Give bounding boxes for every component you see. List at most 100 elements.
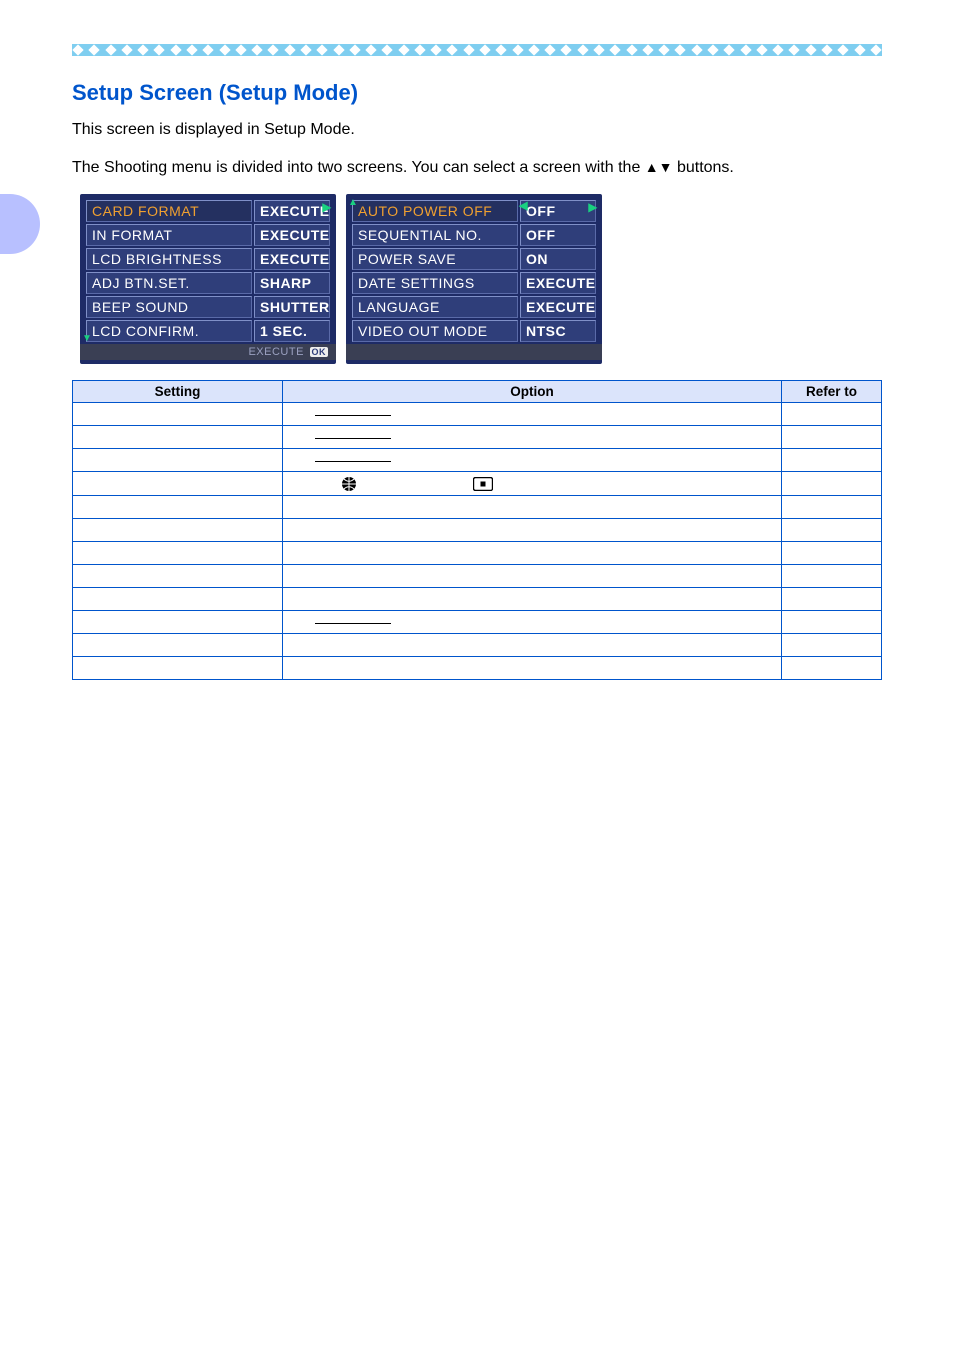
lcd-row-value: EXECUTE — [520, 272, 596, 294]
cell-setting — [73, 588, 283, 611]
cell-refer — [782, 657, 882, 680]
lcd-row-label: VIDEO OUT MODE — [352, 320, 518, 342]
blank-underline — [315, 415, 391, 416]
blank-underline — [315, 623, 391, 624]
cell-option — [283, 472, 782, 496]
lcd-row-label: POWER SAVE — [352, 248, 518, 270]
cell-setting — [73, 449, 283, 472]
nav-right-icon: ▶ — [588, 200, 598, 214]
col-setting-header: Setting — [73, 381, 283, 403]
cell-setting — [73, 426, 283, 449]
lcd-menu-2: ▲ ▶ ▶ AUTO POWER OFFOFFSEQUENTIAL NO.OFF… — [346, 194, 602, 364]
cell-setting — [73, 634, 283, 657]
lcd-row-value: EXECUTE — [254, 248, 330, 270]
lcd-row-label: LCD BRIGHTNESS — [86, 248, 252, 270]
lcd-row-value: EXECUTE — [254, 224, 330, 246]
lcd-row-label: LANGUAGE — [352, 296, 518, 318]
lcd-row-value: OFF — [520, 224, 596, 246]
blank-underline — [315, 461, 391, 462]
cell-setting — [73, 519, 283, 542]
lcd-row-value: SHARP — [254, 272, 330, 294]
table-row — [73, 449, 882, 472]
intro-text-1: This screen is displayed in Setup Mode. — [72, 118, 882, 142]
ok-badge: OK — [310, 347, 329, 357]
cell-setting — [73, 472, 283, 496]
lcd-row-value: OFF — [520, 200, 596, 222]
cell-refer — [782, 496, 882, 519]
cell-option — [283, 657, 782, 680]
lcd-row: LCD BRIGHTNESSEXECUTE — [86, 248, 330, 270]
cell-option — [283, 634, 782, 657]
lcd-row-label: ADJ BTN.SET. — [86, 272, 252, 294]
lcd-row-value: SHUTTER — [254, 296, 330, 318]
lcd-row: SEQUENTIAL NO.OFF — [352, 224, 596, 246]
cell-refer — [782, 449, 882, 472]
scroll-up-arrow-icon: ▲ — [348, 197, 358, 208]
lcd-row: LCD CONFIRM.1 SEC. — [86, 320, 330, 342]
cell-option — [283, 426, 782, 449]
lcd-row-label: IN FORMAT — [86, 224, 252, 246]
lcd-row: POWER SAVEON — [352, 248, 596, 270]
lcd-row-value: ON — [520, 248, 596, 270]
cell-setting — [73, 565, 283, 588]
section-heading: Setup Screen (Setup Mode) — [72, 80, 882, 106]
table-row — [73, 542, 882, 565]
lcd-row-value: EXECUTE — [520, 296, 596, 318]
intro-text-2b: buttons. — [673, 159, 734, 176]
intro-text-2: The Shooting menu is divided into two sc… — [72, 156, 882, 180]
decorative-strip — [72, 44, 882, 56]
cell-option — [283, 449, 782, 472]
table-row — [73, 519, 882, 542]
cell-refer — [782, 403, 882, 426]
nav-right-icon: ▶ — [322, 200, 332, 214]
cell-option — [283, 588, 782, 611]
scroll-down-arrow-icon: ▼ — [82, 333, 92, 344]
lcd-row-label: LCD CONFIRM. — [86, 320, 252, 342]
col-option-header: Option — [283, 381, 782, 403]
lcd-row: ADJ BTN.SET.SHARP — [86, 272, 330, 294]
table-row — [73, 657, 882, 680]
cell-option — [283, 565, 782, 588]
lcd-row: AUTO POWER OFFOFF — [352, 200, 596, 222]
lcd-row-label: DATE SETTINGS — [352, 272, 518, 294]
lcd-footer-empty — [346, 344, 602, 360]
lcd-row-label: SEQUENTIAL NO. — [352, 224, 518, 246]
cell-option — [283, 496, 782, 519]
table-row — [73, 403, 882, 426]
lcd-row: IN FORMATEXECUTE — [86, 224, 330, 246]
lcd-row: DATE SETTINGSEXECUTE — [352, 272, 596, 294]
lcd-row-value: EXECUTE — [254, 200, 330, 222]
table-row — [73, 426, 882, 449]
af-frame-icon — [473, 477, 493, 491]
lcd-footer: EXECUTE OK — [80, 344, 336, 360]
table-row — [73, 634, 882, 657]
cell-option — [283, 403, 782, 426]
cell-refer — [782, 588, 882, 611]
cell-setting — [73, 611, 283, 634]
col-refer-header: Refer to — [782, 381, 882, 403]
cell-setting — [73, 657, 283, 680]
nav-left-icon: ▶ — [518, 200, 528, 214]
blank-underline — [315, 438, 391, 439]
table-row — [73, 472, 882, 496]
lcd-row: VIDEO OUT MODENTSC — [352, 320, 596, 342]
lcd-row: LANGUAGEEXECUTE — [352, 296, 596, 318]
table-row — [73, 611, 882, 634]
cell-option — [283, 611, 782, 634]
cell-refer — [782, 565, 882, 588]
lcd-screenshots-row: ▼ ▶ CARD FORMATEXECUTEIN FORMATEXECUTELC… — [80, 194, 882, 364]
intro-text-2a: The Shooting menu is divided into two sc… — [72, 159, 645, 176]
cell-refer — [782, 472, 882, 496]
lcd-row-label: CARD FORMAT — [86, 200, 252, 222]
table-row — [73, 565, 882, 588]
lcd-menu-1: ▼ ▶ CARD FORMATEXECUTEIN FORMATEXECUTELC… — [80, 194, 336, 364]
settings-table: Setting Option Refer to — [72, 380, 882, 680]
lcd-row: BEEP SOUNDSHUTTER — [86, 296, 330, 318]
lcd-row-value: NTSC — [520, 320, 596, 342]
cell-option — [283, 519, 782, 542]
cell-refer — [782, 611, 882, 634]
globe-icon — [341, 476, 357, 492]
cell-refer — [782, 426, 882, 449]
lcd-row: CARD FORMATEXECUTE — [86, 200, 330, 222]
cell-refer — [782, 519, 882, 542]
